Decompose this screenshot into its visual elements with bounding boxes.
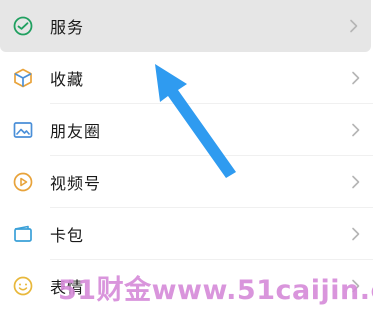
menu-list: 服务 收藏 朋友圈 视频号 卡包 表情: [0, 0, 373, 312]
moments-photo-icon: [13, 122, 33, 138]
chevron-right-icon: [352, 227, 360, 241]
menu-item-favorites[interactable]: 收藏: [0, 52, 373, 104]
me-menu-screen: 服务 收藏 朋友圈 视频号 卡包 表情 51财金www.51caijin.: [0, 0, 373, 317]
chevron-right-icon: [352, 175, 360, 189]
menu-item-channels[interactable]: 视频号: [0, 156, 373, 208]
menu-item-label: 视频号: [50, 174, 102, 193]
chevron-right-icon: [352, 123, 360, 137]
card-wallet-icon: [14, 225, 32, 242]
menu-item-label: 卡包: [50, 226, 85, 245]
menu-item-moments[interactable]: 朋友圈: [0, 104, 373, 156]
channels-icon: [13, 172, 33, 192]
service-icon: [13, 16, 33, 36]
menu-item-label: 朋友圈: [50, 122, 102, 141]
menu-item-service[interactable]: 服务: [0, 0, 371, 52]
menu-item-card-wallet[interactable]: 卡包: [0, 208, 373, 260]
sticker-smile-icon: [13, 276, 33, 296]
favorites-cube-icon: [14, 68, 32, 88]
menu-item-label: 收藏: [50, 70, 85, 89]
menu-item-label: 服务: [50, 18, 85, 37]
watermark: 51财金www.51caijin.com: [58, 275, 373, 306]
chevron-right-icon: [350, 19, 358, 33]
chevron-right-icon: [352, 71, 360, 85]
